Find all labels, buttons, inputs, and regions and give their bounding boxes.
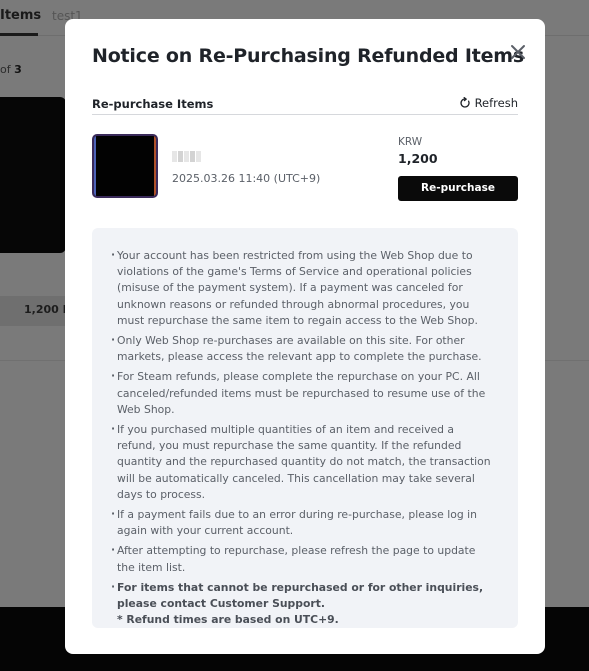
refresh-icon — [459, 97, 471, 109]
notice-item-refresh: After attempting to repurchase, please r… — [111, 542, 496, 575]
item-thumbnail — [92, 134, 158, 198]
background-item-thumbnail — [0, 97, 66, 253]
notice-item-quantity: If you purchased multiple quantities of … — [111, 421, 496, 503]
active-tab-indicator — [0, 33, 38, 36]
refresh-button[interactable]: Refresh — [459, 96, 518, 110]
notice-item-steam: For Steam refunds, please complete the r… — [111, 368, 496, 418]
repurchase-button[interactable]: Re-purchase — [398, 176, 518, 201]
section-title: Re-purchase Items — [92, 97, 214, 111]
notice-item-support: For items that cannot be repurchased or … — [111, 579, 496, 629]
notice-list: Your account has been restricted from us… — [111, 247, 496, 629]
count-prefix: of — [0, 63, 11, 76]
notice-refund-time: * Refund times are based on UTC+9. — [117, 613, 339, 627]
item-date: 2025.03.26 11:40 (UTC+9) — [172, 172, 321, 185]
repurchase-section-header: Re-purchase Items Refresh — [92, 91, 518, 115]
notice-item-webshop-only: Only Web Shop re-purchases are available… — [111, 332, 496, 365]
notice-item-restriction: Your account has been restricted from us… — [111, 247, 496, 329]
close-icon — [511, 45, 525, 59]
repurchase-notice-modal: Notice on Re-Purchasing Refunded Items R… — [65, 19, 545, 654]
close-button[interactable] — [507, 41, 529, 63]
modal-title: Notice on Re-Purchasing Refunded Items — [92, 45, 524, 67]
count-value: 3 — [14, 63, 22, 76]
repurchase-item-row: 2025.03.26 11:40 (UTC+9) KRW 1,200 Re-pu… — [92, 134, 518, 204]
pagination-count: of 3 — [0, 63, 22, 76]
item-name-redacted — [172, 151, 205, 162]
notice-item-payment-error: If a payment fails due to an error durin… — [111, 506, 496, 539]
notice-box: Your account has been restricted from us… — [92, 228, 518, 628]
notice-support-text: For items that cannot be repurchased or … — [117, 580, 484, 611]
item-price: 1,200 — [398, 151, 438, 166]
item-currency: KRW — [398, 136, 423, 148]
tab-items[interactable]: Items — [0, 8, 47, 23]
refresh-label: Refresh — [474, 96, 518, 110]
